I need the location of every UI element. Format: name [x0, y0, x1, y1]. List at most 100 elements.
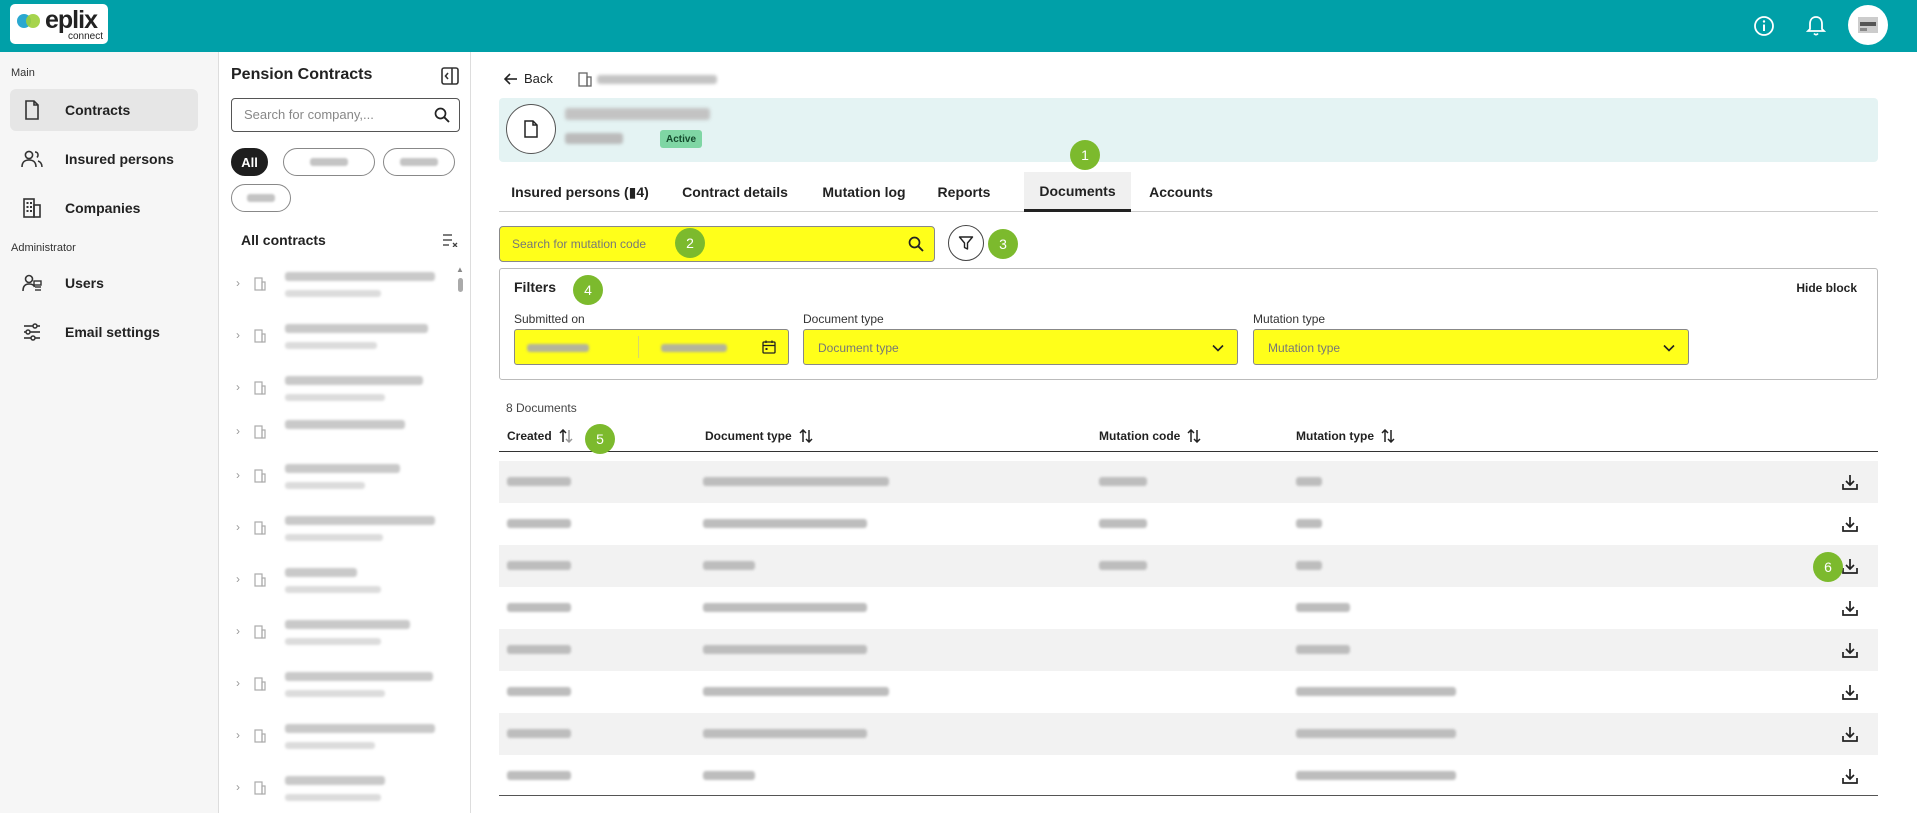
contract-list-item[interactable]: › — [234, 666, 444, 706]
cell-created-redacted — [507, 729, 571, 738]
contract-name-redacted — [285, 724, 435, 733]
chevron-right-icon[interactable]: › — [236, 624, 240, 638]
nav-item-users[interactable]: Users — [10, 262, 198, 304]
table-row[interactable] — [499, 503, 1878, 545]
contract-id-redacted — [565, 133, 623, 144]
tab-insured-persons[interactable]: Insured persons (▮4) — [499, 172, 661, 212]
cell-document-type-redacted — [703, 519, 867, 528]
submitted-on-date-range[interactable] — [514, 329, 789, 365]
tab-contract-details[interactable]: Contract details — [661, 172, 809, 212]
cell-mutation-type-redacted — [1296, 771, 1456, 780]
status-badge: Active — [660, 130, 703, 148]
contract-list-item[interactable]: › — [234, 510, 444, 550]
contract-list-item[interactable]: › — [234, 562, 444, 602]
chevron-right-icon[interactable]: › — [236, 780, 240, 794]
mutation-type-placeholder: Mutation type — [1268, 341, 1341, 355]
download-icon[interactable] — [1841, 641, 1859, 659]
filters-panel: Filters Hide block Submitted on Document… — [499, 268, 1878, 380]
info-icon[interactable] — [1751, 13, 1777, 39]
date-to-redacted[interactable] — [661, 344, 727, 352]
filter-chip-3[interactable] — [383, 148, 455, 176]
search-icon[interactable] — [434, 107, 450, 123]
tab-reports[interactable]: Reports — [919, 172, 1009, 212]
filter-chip-4[interactable] — [231, 184, 291, 212]
building-icon — [254, 677, 266, 691]
company-search-field[interactable] — [231, 98, 460, 132]
tab-accounts[interactable]: Accounts — [1131, 172, 1231, 212]
list-filter-icon[interactable] — [442, 233, 458, 247]
column-document-type-label: Document type — [705, 429, 792, 443]
collapse-panel-icon[interactable] — [441, 67, 459, 85]
download-icon[interactable] — [1841, 767, 1859, 785]
contract-list-item[interactable]: › — [234, 770, 444, 810]
filter-chip-2[interactable] — [283, 148, 375, 176]
chevron-right-icon[interactable]: › — [236, 572, 240, 586]
contract-list-item[interactable]: › — [234, 266, 444, 306]
filter-toggle-button[interactable] — [948, 225, 984, 261]
cell-document-type-redacted — [703, 771, 755, 780]
calendar-icon[interactable] — [762, 340, 776, 354]
document-type-select[interactable]: Document type — [803, 329, 1238, 365]
nav-item-companies[interactable]: Companies — [10, 187, 198, 229]
contract-avatar — [506, 104, 556, 154]
nav-item-email-settings[interactable]: Email settings — [10, 311, 198, 353]
contract-list-item[interactable]: › — [234, 458, 444, 498]
annotation-marker-6: 6 — [1813, 552, 1843, 582]
contract-list-item[interactable]: › — [234, 718, 444, 758]
cell-document-type-redacted — [703, 729, 867, 738]
tab-mutation-log[interactable]: Mutation log — [809, 172, 919, 212]
back-link[interactable]: Back — [504, 71, 553, 86]
bell-icon[interactable] — [1803, 13, 1829, 39]
table-row[interactable] — [499, 587, 1878, 629]
column-document-type[interactable]: Document type — [705, 429, 814, 443]
chevron-right-icon[interactable]: › — [236, 424, 240, 438]
table-row[interactable] — [499, 461, 1878, 503]
contract-number-redacted — [285, 690, 385, 697]
chevron-right-icon[interactable]: › — [236, 276, 240, 290]
filter-chip-all[interactable]: All — [231, 148, 268, 176]
nav-item-insured-persons[interactable]: Insured persons — [10, 138, 198, 180]
company-search-input[interactable] — [244, 107, 424, 122]
contract-list-item[interactable]: › — [234, 318, 444, 358]
mutation-code-search-field[interactable] — [499, 226, 935, 262]
table-row[interactable] — [499, 545, 1878, 587]
documents-table-header: Created Document type Mutation code Muta… — [499, 422, 1878, 452]
download-icon[interactable] — [1841, 725, 1859, 743]
breadcrumb-redacted[interactable] — [597, 75, 717, 84]
nav-item-contracts[interactable]: Contracts — [10, 89, 198, 131]
chevron-right-icon[interactable]: › — [236, 468, 240, 482]
download-icon[interactable] — [1841, 473, 1859, 491]
mutation-type-select[interactable]: Mutation type — [1253, 329, 1689, 365]
building-icon — [578, 72, 592, 87]
table-row[interactable] — [499, 671, 1878, 713]
contract-list-item[interactable]: › — [234, 614, 444, 654]
download-icon[interactable] — [1841, 557, 1859, 575]
scroll-up-arrow[interactable]: ▲ — [456, 265, 464, 274]
column-mutation-type[interactable]: Mutation type — [1296, 429, 1396, 443]
chevron-down-icon — [1663, 344, 1675, 352]
chevron-right-icon[interactable]: › — [236, 676, 240, 690]
search-icon[interactable] — [908, 236, 924, 252]
download-icon[interactable] — [1841, 683, 1859, 701]
date-from-redacted[interactable] — [527, 344, 589, 352]
avatar[interactable] — [1848, 5, 1888, 45]
table-row[interactable] — [499, 713, 1878, 755]
contract-list-item[interactable]: › — [234, 370, 444, 410]
hide-block-button[interactable]: Hide block — [1796, 281, 1857, 295]
tab-documents[interactable]: Documents — [1024, 172, 1131, 212]
scrollbar-thumb[interactable] — [458, 278, 463, 292]
chevron-right-icon[interactable]: › — [236, 728, 240, 742]
column-created[interactable]: Created — [507, 429, 574, 443]
chevron-right-icon[interactable]: › — [236, 520, 240, 534]
download-icon[interactable] — [1841, 599, 1859, 617]
table-row[interactable] — [499, 755, 1878, 797]
chevron-down-icon — [1212, 344, 1224, 352]
chevron-right-icon[interactable]: › — [236, 328, 240, 342]
eplix-logo[interactable]: eplix connect — [10, 4, 108, 44]
contract-tabs: Insured persons (▮4) Contract details Mu… — [499, 172, 1878, 212]
column-mutation-code[interactable]: Mutation code — [1099, 429, 1202, 443]
chevron-right-icon[interactable]: › — [236, 380, 240, 394]
table-row[interactable] — [499, 629, 1878, 671]
download-icon[interactable] — [1841, 515, 1859, 533]
contract-list-item[interactable]: › — [234, 414, 444, 454]
